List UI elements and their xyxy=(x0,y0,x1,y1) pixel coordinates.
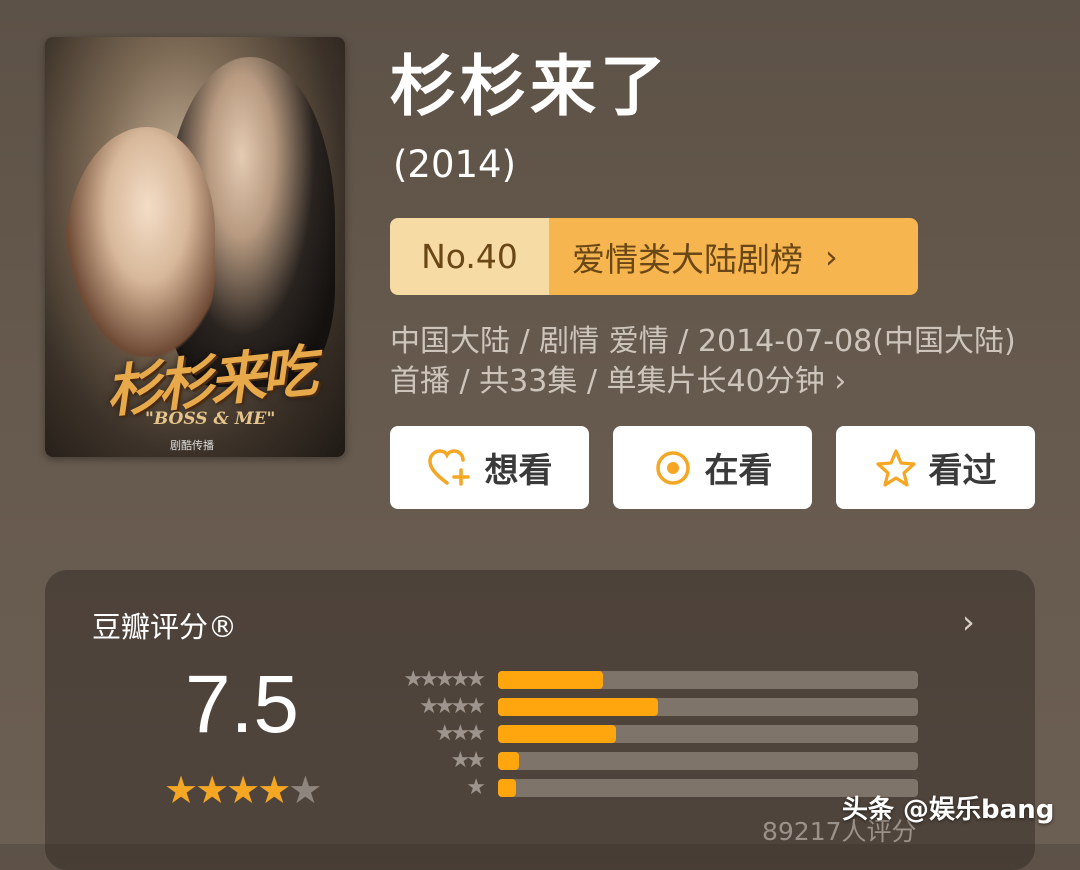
bar-stars-3: ★★★ xyxy=(434,721,486,746)
show-title: 杉杉来了 xyxy=(390,48,670,125)
want-to-watch-button[interactable]: 想看 xyxy=(390,426,589,509)
poster-subtitle-art: "BOSS & ME" xyxy=(145,409,276,429)
star-filled-icon: ★ xyxy=(226,768,260,812)
star-empty-icon: ★ xyxy=(288,768,322,812)
bar-fill-2 xyxy=(498,752,519,770)
rating-stars: ★★★★★ xyxy=(164,768,322,812)
bar-fill-4 xyxy=(498,698,658,716)
bar-track-5 xyxy=(498,671,918,689)
ranking-number: No.40 xyxy=(390,218,549,295)
bar-stars-5: ★★★★★ xyxy=(403,667,486,692)
chevron-right-icon: › xyxy=(834,364,847,399)
bar-fill-1 xyxy=(498,779,516,797)
bar-track-3 xyxy=(498,725,918,743)
star-filled-icon: ★ xyxy=(257,768,291,812)
watched-label: 看过 xyxy=(928,451,997,491)
rating-title: 豆瓣评分® xyxy=(92,610,238,644)
star-filled-icon: ★ xyxy=(195,768,229,812)
ranking-category-label: 爱情类大陆剧榜 xyxy=(572,239,803,279)
poster-image[interactable]: 杉杉来吃 "BOSS & ME" 剧酷传播 xyxy=(45,37,345,457)
bar-stars-4: ★★★★ xyxy=(419,694,486,719)
show-meta-text: 中国大陆 / 剧情 爱情 / 2014-07-08(中国大陆)首播 / 共33集… xyxy=(390,324,1016,399)
poster-figure-woman xyxy=(65,127,215,357)
want-to-watch-label: 想看 xyxy=(484,451,553,491)
chevron-right-icon[interactable]: › xyxy=(962,603,975,641)
star-filled-icon: ★ xyxy=(164,768,198,812)
star-outline-icon xyxy=(875,448,916,487)
bar-track-4 xyxy=(498,698,918,716)
show-year: (2014) xyxy=(393,143,517,186)
bar-stars-1: ★ xyxy=(466,775,486,800)
target-circle-icon xyxy=(655,450,690,485)
chevron-right-icon: › xyxy=(825,237,838,276)
bar-fill-3 xyxy=(498,725,616,743)
show-meta-info[interactable]: 中国大陆 / 剧情 爱情 / 2014-07-08(中国大陆)首播 / 共33集… xyxy=(390,322,1040,402)
rating-score: 7.5 xyxy=(185,659,299,750)
heart-plus-icon xyxy=(427,448,470,486)
watermark: 头条 @娱乐bang xyxy=(842,795,1055,825)
ranking-category: 爱情类大陆剧榜 › xyxy=(549,218,918,295)
bar-track-2 xyxy=(498,752,918,770)
watching-label: 在看 xyxy=(704,451,773,491)
ranking-badge[interactable]: No.40 爱情类大陆剧榜 › xyxy=(390,218,918,295)
poster-studio-logo: 剧酷传播 xyxy=(170,439,214,452)
bar-stars-2: ★★ xyxy=(450,748,486,773)
bar-fill-5 xyxy=(498,671,603,689)
watched-button[interactable]: 看过 xyxy=(836,426,1035,509)
watching-button[interactable]: 在看 xyxy=(613,426,812,509)
